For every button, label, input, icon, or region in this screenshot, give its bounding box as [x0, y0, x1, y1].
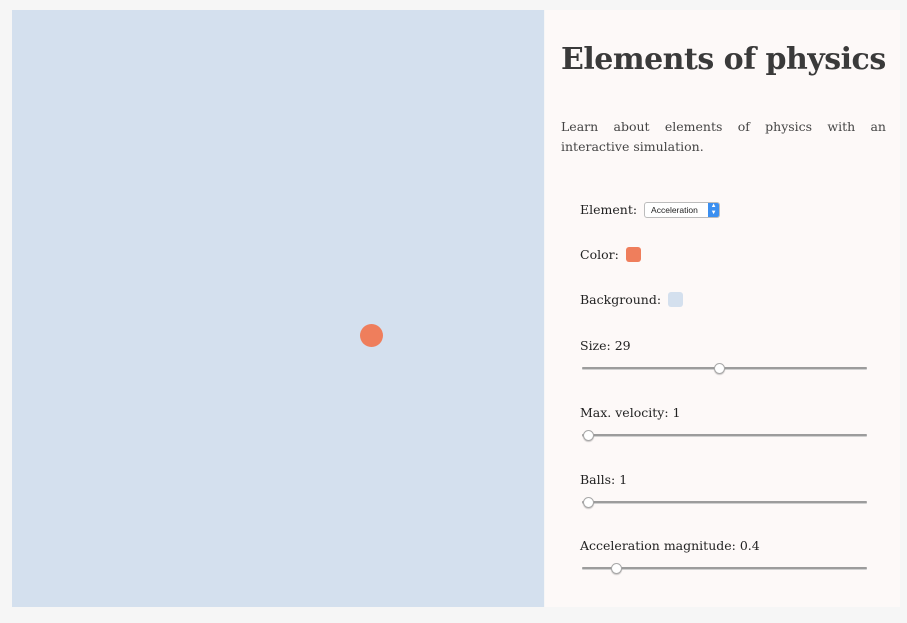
slider-thumb[interactable]: [611, 563, 623, 574]
intro-text: Learn about elements of physics with an …: [561, 119, 886, 154]
element-label: Element:: [580, 202, 638, 217]
max-velocity-label: Max. velocity: 1: [580, 405, 681, 420]
slider-track: [582, 567, 867, 569]
slider-thumb[interactable]: [713, 363, 725, 374]
page-title: Elements of physics: [561, 42, 886, 77]
slider-track: [582, 501, 867, 503]
element-row: Element: Acceleration ▲ ▼: [580, 201, 721, 218]
max-velocity-slider[interactable]: [582, 430, 867, 441]
color-label: Color:: [580, 247, 619, 262]
color-swatch[interactable]: [625, 247, 641, 262]
acceleration-magnitude-slider[interactable]: [582, 563, 867, 574]
controls-panel: Elements of physics Learn about elements…: [545, 10, 900, 607]
slider-thumb[interactable]: [582, 497, 594, 508]
balls-slider[interactable]: [582, 497, 867, 508]
color-row: Color:: [580, 246, 641, 262]
size-label: Size: 29: [580, 338, 631, 353]
acceleration-magnitude-label: Acceleration magnitude: 0.4: [580, 538, 760, 553]
slider-thumb[interactable]: [582, 430, 594, 441]
element-select[interactable]: Acceleration ▲ ▼: [644, 201, 721, 218]
simulation-canvas[interactable]: [12, 10, 544, 607]
select-stepper-icon: ▲ ▼: [708, 202, 720, 217]
balls-label: Balls: 1: [580, 472, 628, 487]
ball: [360, 324, 383, 347]
element-select-value: Acceleration: [651, 204, 698, 215]
size-slider[interactable]: [582, 363, 867, 374]
slider-track: [582, 434, 867, 436]
background-swatch[interactable]: [668, 292, 684, 307]
background-label: Background:: [580, 292, 662, 307]
background-row: Background:: [580, 291, 684, 307]
